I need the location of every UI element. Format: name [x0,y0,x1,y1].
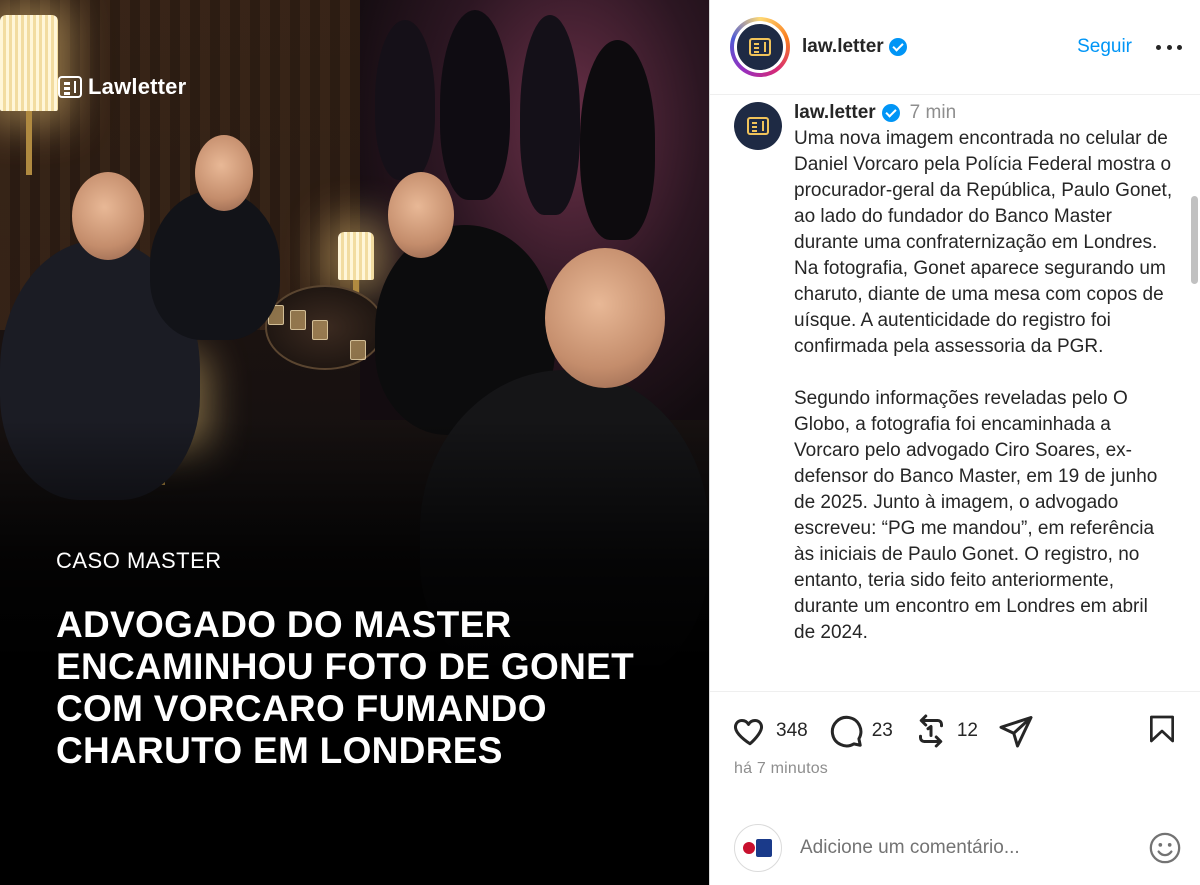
post-kicker: CASO MASTER [56,548,222,573]
follow-button[interactable]: Seguir [1077,36,1132,58]
caption-paragraph: Segundo informações reveladas pelo O Glo… [794,388,1158,643]
comment-bubble-icon [830,715,862,748]
post-image[interactable]: Lawletter CASO MASTER ADVOGADO DO MASTER… [0,0,709,885]
repost-count: 12 [956,720,978,741]
caption-time: 7 min [909,102,957,123]
save-button[interactable] [1146,712,1178,751]
post-timestamp[interactable]: há 7 minutos [734,760,828,778]
avatar[interactable] [734,102,782,150]
standing-person [580,40,655,240]
comment-button[interactable]: 23 [828,713,893,749]
post-headline: ADVOGADO DO MASTER ENCAMINHOU FOTO DE GO… [56,604,696,772]
caption: law.letter 7 min Uma nova imagem encontr… [710,96,1200,646]
avatar[interactable] [734,21,786,73]
standing-person [520,15,580,215]
headline-line: COM VORCARO FUMANDO [56,688,547,729]
whisky-glass [290,310,306,330]
avatar[interactable] [734,824,782,872]
scrollbar-thumb[interactable] [1191,196,1198,284]
more-options-icon[interactable] [1156,37,1182,57]
headline-line: CHARUTO EM LONDRES [56,730,503,771]
comment-input[interactable] [800,837,1148,859]
caption-username[interactable]: law.letter [794,100,876,126]
whisky-glass [312,320,328,340]
share-button[interactable] [998,713,1034,749]
repost-button[interactable]: 12 [913,713,978,749]
brand-name: Lawletter [88,74,187,99]
caption-scroll-area[interactable]: law.letter 7 min Uma nova imagem encontr… [710,96,1200,692]
comment-count: 23 [871,720,893,741]
caption-text: Uma nova imagem encontrada no celular de… [794,126,1174,646]
header-username[interactable]: law.letter [802,36,907,58]
whisky-glass [350,340,366,360]
repost-icon [918,714,943,748]
headline-line: ENCAMINHOU FOTO DE GONET [56,646,634,687]
user-logo-icon [743,838,773,858]
face [195,135,253,211]
bookmark-icon [1150,715,1174,742]
post-header: law.letter Seguir [710,0,1200,95]
caption-paragraph: Uma nova imagem encontrada no celular de… [794,128,1173,357]
brand-logo: Lawletter [58,74,186,100]
heart-icon [734,719,763,746]
caption-meta: law.letter 7 min [794,100,1174,126]
verified-badge-icon [888,38,907,56]
smiley-icon[interactable] [1148,831,1182,865]
verified-badge-icon [881,104,900,122]
wall-lamp [0,15,58,175]
standing-person [440,10,510,200]
action-bar: 348 23 12 [710,706,1200,756]
caption-body: law.letter 7 min Uma nova imagem encontr… [794,100,1174,646]
username-text[interactable]: law.letter [802,36,884,58]
comment-composer [710,820,1200,876]
lawletter-logo-icon [58,76,82,98]
face [388,172,454,258]
like-button[interactable]: 348 [732,713,808,749]
face [72,172,144,260]
post-side-panel: law.letter Seguir law.letter 7 min Uma n… [709,0,1200,885]
profile-avatar-ring[interactable] [730,17,790,77]
seated-man [150,190,280,340]
paper-plane-icon [999,716,1033,748]
standing-person [375,20,435,180]
lawletter-logo-icon [747,117,769,135]
lawletter-logo-icon [749,38,771,56]
headline-line: ADVOGADO DO MASTER [56,604,512,645]
like-count: 348 [776,720,808,741]
face [545,248,665,388]
